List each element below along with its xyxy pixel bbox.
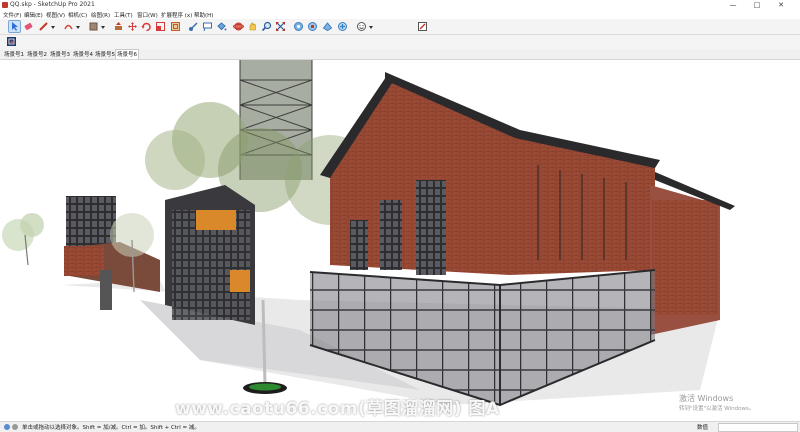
warehouse-tool-button[interactable] (293, 21, 304, 32)
shape-tool-button[interactable] (88, 21, 99, 32)
orbit-icon (233, 22, 244, 31)
chevron-down-icon (76, 26, 80, 29)
arc-tool-dropdown[interactable] (75, 21, 81, 32)
scene-tabs: 场景号1 场景号2 场景号3 场景号4 场景号5 场景号6 (0, 49, 800, 60)
text-label-icon (203, 22, 212, 32)
push-pull-icon (115, 22, 122, 30)
select-tool-button[interactable] (8, 20, 21, 33)
cursor-arrow-icon (12, 22, 18, 31)
tape-measure-icon (189, 22, 198, 31)
measurements-label: 数值 (697, 425, 709, 431)
move-tool-button[interactable] (127, 21, 138, 32)
menu-help[interactable]: 帮助(H) (194, 11, 213, 19)
zoom-extents-tool-button[interactable] (275, 21, 286, 32)
paint-bucket-icon (217, 22, 227, 31)
menu-tools[interactable]: 工具(T) (114, 11, 133, 19)
pencil-icon (39, 22, 48, 31)
extension-manager-tool-button[interactable] (337, 21, 348, 32)
close-button[interactable]: ✕ (770, 0, 792, 10)
eraser-icon (24, 22, 33, 31)
edit-note-icon (418, 22, 427, 31)
menu-edit[interactable]: 编辑(E) (24, 11, 43, 19)
orbit-tool-button[interactable] (233, 21, 244, 32)
rotate-icon (141, 22, 151, 32)
hand-icon (249, 22, 256, 31)
edit-tool-button[interactable] (417, 21, 428, 32)
maximize-button[interactable]: □ (746, 0, 768, 10)
zoom-tool-button[interactable] (261, 21, 272, 32)
3d-warehouse-icon (294, 22, 303, 31)
menu-extensions[interactable]: 扩展程序 (x) (161, 11, 192, 19)
send-to-layout-tool-button[interactable] (322, 21, 333, 32)
profile-tool-dropdown[interactable] (368, 21, 374, 32)
zoom-extents-icon (276, 22, 285, 31)
eraser-tool-button[interactable] (23, 21, 34, 32)
rectangle-icon (89, 22, 98, 31)
ruby-console-icon (7, 37, 16, 46)
chevron-down-icon (101, 26, 105, 29)
tab-scene-1[interactable]: 场景号1 (3, 50, 25, 58)
tab-scene-6[interactable]: 场景号6 (115, 49, 139, 59)
main-toolbar (0, 19, 800, 35)
smiley-profile-icon (357, 22, 366, 31)
menu-window[interactable]: 窗口(W) (137, 11, 158, 19)
layout-icon (322, 22, 333, 32)
menu-view[interactable]: 视图(V) (46, 11, 65, 19)
secondary-toolbar (0, 35, 800, 49)
status-bar: 单击或拖动以选择对象。Shift = 加/减。Ctrl = 加。Shift + … (0, 421, 800, 432)
text-tool-button[interactable] (202, 21, 213, 32)
menu-draw[interactable]: 绘图(R) (91, 11, 110, 19)
scale-icon (156, 22, 165, 31)
scale-tool-button[interactable] (155, 21, 166, 32)
extension-manager-icon (338, 22, 347, 31)
shape-tool-dropdown[interactable] (100, 21, 106, 32)
title-bar: QQ.skp - SketchUp Pro 2021 — □ ✕ (0, 0, 800, 10)
tab-scene-4[interactable]: 场景号4 (72, 50, 94, 58)
windows-activation-notice: 激活 Windows 转到"设置"以激活 Windows。 (679, 393, 754, 412)
menu-file[interactable]: 文件(F) (3, 11, 21, 19)
extension-warehouse-tool-button[interactable] (307, 21, 318, 32)
minimize-button[interactable]: — (722, 0, 744, 10)
ruby-console-button[interactable] (6, 36, 17, 47)
status-message: 单击或拖动以选择对象。Shift = 加/减。Ctrl = 加。Shift + … (22, 425, 200, 431)
watermark-text: www.caotu66.com(草图溜溜网) 图A (175, 399, 500, 419)
model-viewport[interactable]: www.caotu66.com(草图溜溜网) 图A 激活 Windows 转到"… (0, 60, 800, 421)
tab-scene-3[interactable]: 场景号3 (49, 50, 71, 58)
activation-line-2: 转到"设置"以激活 Windows。 (679, 406, 755, 412)
rotate-tool-button[interactable] (141, 21, 152, 32)
chevron-down-icon (51, 26, 55, 29)
menu-camera[interactable]: 相机(C) (68, 11, 87, 19)
paint-bucket-tool-button[interactable] (216, 21, 227, 32)
building-model-render (2, 60, 735, 407)
offset-tool-button[interactable] (170, 21, 181, 32)
window-title: QQ.skp - SketchUp Pro 2021 (10, 1, 95, 8)
offset-icon (171, 22, 180, 31)
tape-measure-tool-button[interactable] (188, 21, 199, 32)
extension-warehouse-icon (308, 22, 317, 31)
chevron-down-icon (369, 26, 373, 29)
profile-tool-button[interactable] (356, 21, 367, 32)
tab-scene-5[interactable]: 场景号5 (94, 50, 116, 58)
sketchup-logo-icon (2, 2, 8, 8)
status-info-icons (4, 424, 18, 430)
activation-line-1: 激活 Windows (679, 394, 734, 403)
move-arrows-icon (128, 22, 137, 31)
line-tool-button[interactable] (38, 21, 49, 32)
arc-tool-button[interactable] (63, 21, 74, 32)
arc-icon (64, 24, 73, 30)
line-tool-dropdown[interactable] (50, 21, 56, 32)
pushpull-tool-button[interactable] (113, 21, 124, 32)
tab-scene-2[interactable]: 场景号2 (26, 50, 48, 58)
menu-bar: 文件(F) 编辑(E) 视图(V) 相机(C) 绘图(R) 工具(T) 窗口(W… (0, 10, 800, 19)
pan-tool-button[interactable] (247, 21, 258, 32)
magnifier-icon (261, 21, 272, 32)
